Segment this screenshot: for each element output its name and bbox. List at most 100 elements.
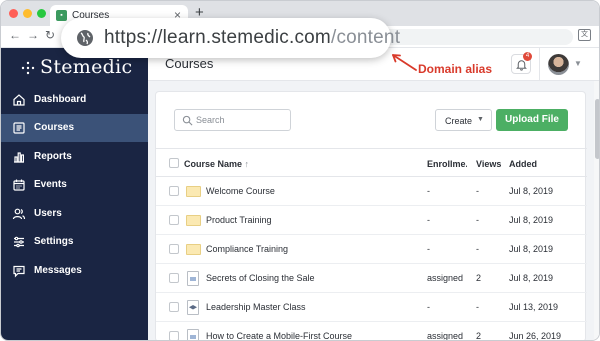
search-box[interactable] — [174, 109, 291, 131]
document-icon — [187, 271, 199, 286]
table-row[interactable]: Secrets of Closing the Sale assigned 2 J… — [156, 264, 587, 293]
enrollment-cell: - — [427, 186, 430, 196]
vertical-scrollbar[interactable] — [594, 81, 599, 340]
main-content: Create ▼ Upload File Course Name ↑ Enrol… — [148, 81, 594, 341]
select-all-checkbox[interactable] — [169, 158, 179, 168]
reload-icon[interactable]: ↻ — [45, 28, 55, 42]
scrollbar-thumb[interactable] — [595, 99, 599, 159]
row-checkbox[interactable] — [169, 331, 179, 340]
back-arrow-icon[interactable]: ← — [9, 28, 21, 42]
table-row[interactable]: Compliance Training - - Jul 8, 2019 — [156, 235, 587, 264]
document-icon — [187, 329, 199, 340]
table-row[interactable]: Product Training - - Jul 8, 2019 — [156, 206, 587, 235]
added-cell: Jun 26, 2019 — [509, 331, 562, 341]
logo-text: Stemedic — [40, 56, 133, 78]
sidebar-item-label: Users — [34, 208, 62, 219]
create-button[interactable]: Create ▼ — [435, 109, 492, 131]
added-cell: Jul 8, 2019 — [509, 186, 554, 196]
upload-file-button[interactable]: Upload File — [496, 109, 568, 131]
column-header-added[interactable]: Added — [509, 159, 537, 169]
views-cell: 2 — [476, 273, 482, 283]
page-title: Courses — [165, 56, 214, 71]
calendar-icon — [13, 179, 25, 191]
sidebar-item-reports[interactable]: Reports — [1, 143, 148, 171]
folder-icon — [186, 215, 201, 226]
added-cell: Jul 13, 2019 — [509, 302, 559, 312]
column-header-course-name[interactable]: Course Name ↑ — [184, 159, 249, 169]
views-cell: - — [476, 244, 479, 254]
favicon-icon: ▪ — [56, 10, 67, 21]
sidebar-item-settings[interactable]: Settings — [1, 228, 148, 256]
minimize-window-button[interactable] — [23, 9, 32, 18]
url-text[interactable]: https://learn.stemedic.com/content — [104, 27, 400, 49]
course-name[interactable]: How to Create a Mobile-First Course — [206, 331, 352, 340]
views-cell: - — [476, 302, 479, 312]
enrollment-cell: - — [427, 244, 430, 254]
search-icon — [182, 115, 193, 126]
sidebar-item-label: Settings — [34, 236, 74, 247]
url-callout: https://learn.stemedic.com/content — [61, 18, 400, 58]
sidebar-item-users[interactable]: Users — [1, 200, 148, 228]
browser-window: ▪ Courses × + ← → ↻ 文 Stemedic Dashboard… — [0, 0, 600, 341]
logo-mark-icon — [21, 61, 35, 75]
sidebar-item-label: Messages — [34, 265, 82, 276]
bar-chart-icon — [14, 152, 24, 163]
caret-down-icon: ▼ — [477, 116, 484, 123]
views-cell: - — [476, 215, 479, 225]
row-checkbox[interactable] — [169, 215, 179, 225]
table-row[interactable]: How to Create a Mobile-First Course assi… — [156, 322, 587, 341]
sidebar-item-messages[interactable]: Messages — [1, 257, 148, 285]
translate-icon[interactable]: 文 — [578, 29, 591, 41]
course-name[interactable]: Leadership Master Class — [206, 302, 306, 312]
enrollment-cell: - — [427, 302, 430, 312]
maximize-window-button[interactable] — [37, 9, 46, 18]
added-cell: Jul 8, 2019 — [509, 244, 554, 254]
course-name[interactable]: Product Training — [206, 215, 272, 225]
domain-alias-annotation: Domain alias — [418, 62, 493, 76]
annotation-arrow-icon — [392, 54, 417, 71]
course-name[interactable]: Secrets of Closing the Sale — [206, 273, 315, 283]
courses-card: Create ▼ Upload File Course Name ↑ Enrol… — [155, 91, 587, 341]
url-path: /content — [330, 27, 401, 48]
column-header-enrollment[interactable]: Enrollme... — [427, 159, 467, 169]
graduation-cap-icon — [187, 300, 199, 315]
row-checkbox[interactable] — [169, 273, 179, 283]
sliders-icon — [14, 236, 24, 248]
column-label: Course Name — [184, 159, 243, 169]
user-avatar[interactable] — [548, 54, 569, 75]
sidebar-item-courses[interactable]: Courses — [1, 114, 148, 142]
course-name[interactable]: Welcome Course — [206, 186, 275, 196]
row-checkbox[interactable] — [169, 244, 179, 254]
views-cell: - — [476, 186, 479, 196]
forward-arrow-icon[interactable]: → — [27, 28, 39, 42]
sidebar-item-events[interactable]: Events — [1, 171, 148, 199]
row-checkbox[interactable] — [169, 186, 179, 196]
row-checkbox[interactable] — [169, 302, 179, 312]
course-name[interactable]: Compliance Training — [206, 244, 288, 254]
added-cell: Jul 8, 2019 — [509, 273, 554, 283]
enrollment-cell: - — [427, 215, 430, 225]
table-row[interactable]: Leadership Master Class - - Jul 13, 2019 — [156, 293, 587, 322]
search-input[interactable] — [196, 112, 288, 128]
sidebar-item-label: Dashboard — [34, 94, 87, 105]
table-row[interactable]: Welcome Course - - Jul 8, 2019 — [156, 177, 587, 206]
chevron-down-icon[interactable]: ▼ — [574, 59, 582, 68]
message-icon — [13, 265, 25, 278]
enrollment-cell: assigned — [427, 331, 464, 341]
close-window-button[interactable] — [9, 9, 18, 18]
views-cell: 2 — [476, 331, 482, 341]
users-icon — [12, 208, 26, 220]
folder-icon — [186, 186, 201, 197]
notification-count-badge: 4 — [523, 52, 532, 61]
url-host: https://learn.stemedic.com — [104, 27, 331, 48]
home-icon — [13, 94, 25, 106]
column-header-views[interactable]: Views — [476, 159, 501, 169]
sidebar-item-label: Events — [34, 179, 67, 190]
table-header: Course Name ↑ Enrollme... Views Added — [156, 148, 587, 177]
sidebar: Stemedic Dashboard Courses Reports Event… — [1, 48, 148, 340]
courses-icon — [13, 122, 25, 134]
header-divider — [539, 48, 540, 81]
sidebar-item-dashboard[interactable]: Dashboard — [1, 86, 148, 114]
sidebar-item-label: Reports — [34, 151, 72, 162]
added-cell: Jul 8, 2019 — [509, 215, 554, 225]
